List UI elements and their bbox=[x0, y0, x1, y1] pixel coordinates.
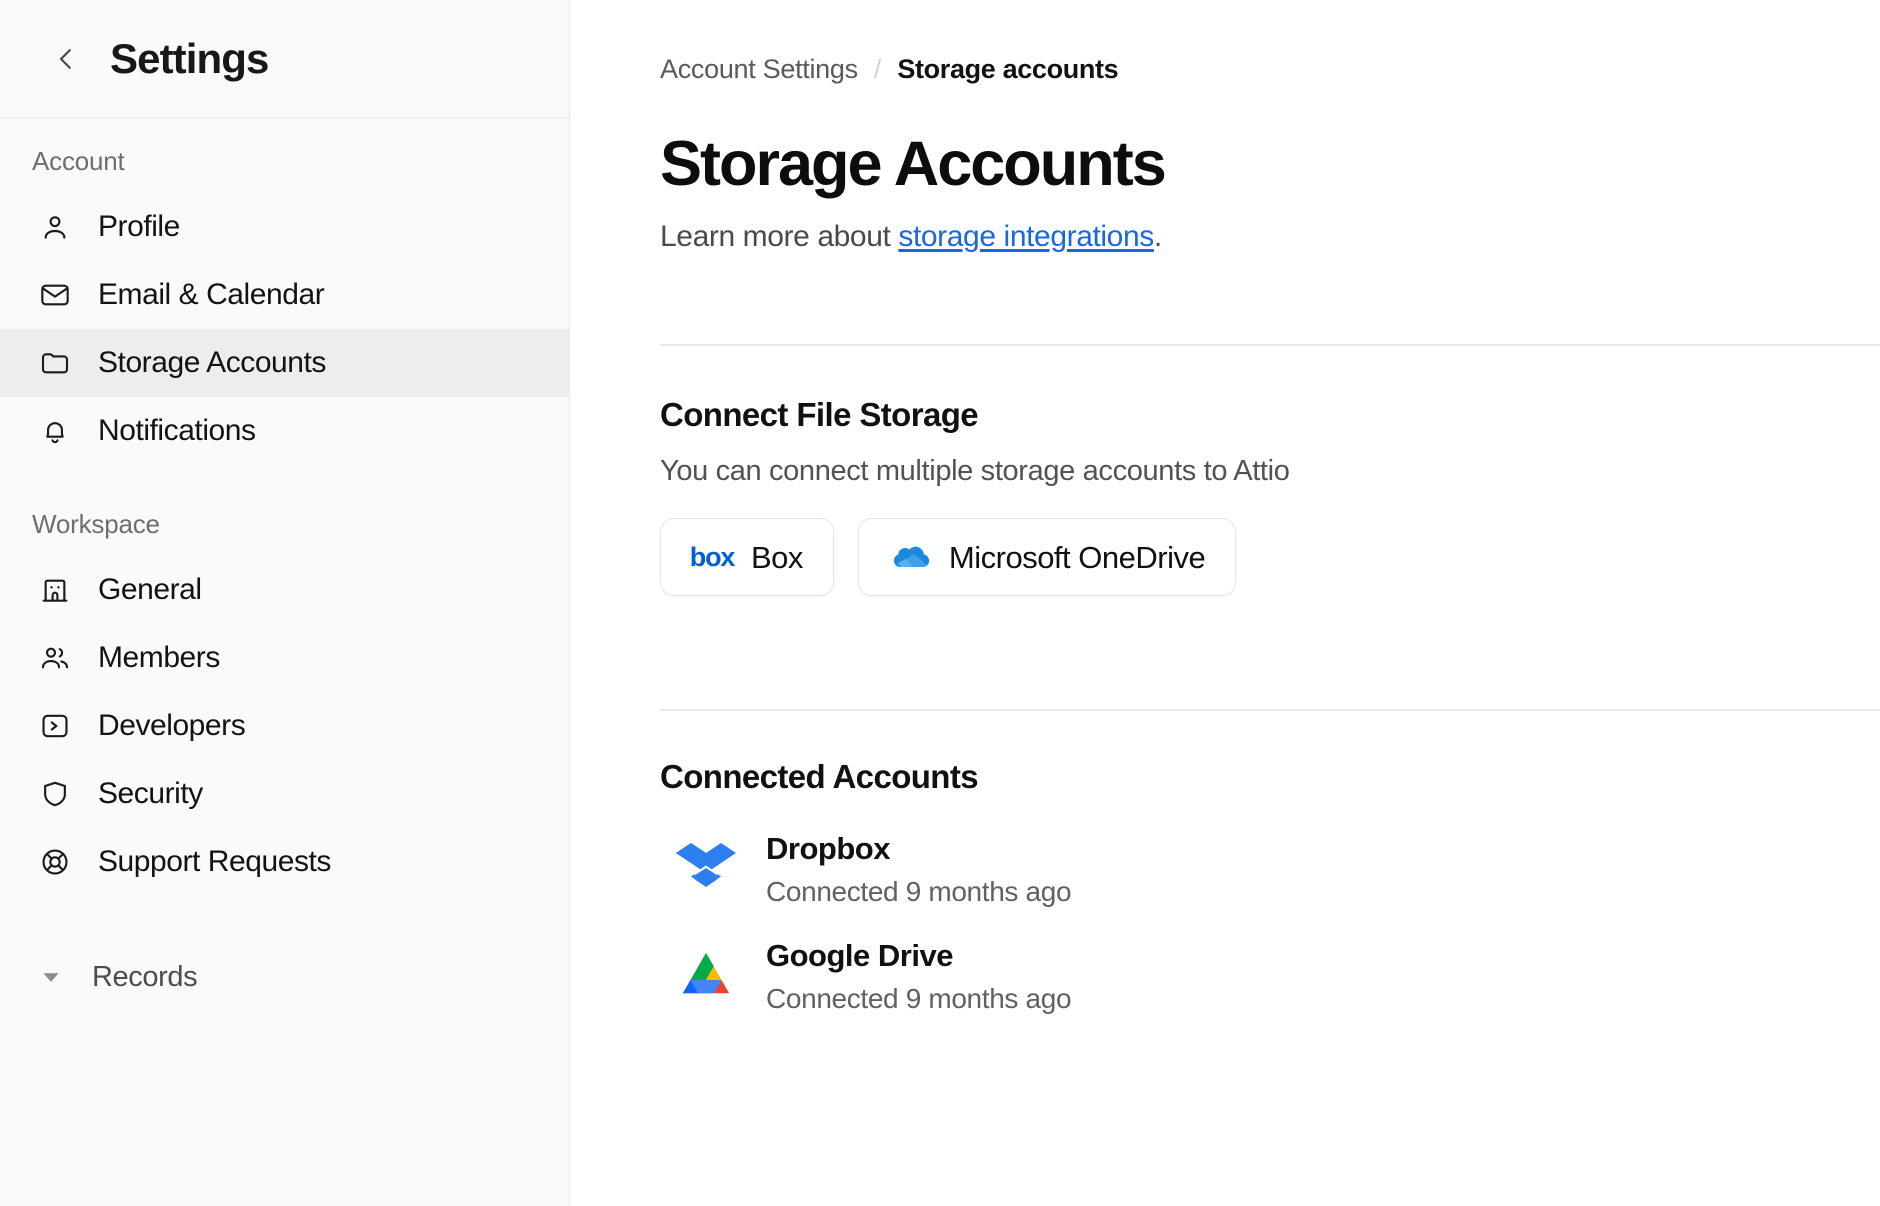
dropbox-logo-icon bbox=[674, 838, 738, 902]
connected-accounts-section: Connected Accounts Dropbox Connected 9 m… bbox=[660, 760, 1880, 1013]
folder-icon bbox=[38, 346, 72, 380]
lifebuoy-icon bbox=[38, 845, 72, 879]
google-drive-logo-icon bbox=[674, 945, 738, 1009]
building-icon bbox=[38, 573, 72, 607]
sidebar-item-label: Storage Accounts bbox=[98, 346, 326, 379]
box-logo-icon: box bbox=[689, 536, 736, 578]
sidebar-item-storage-accounts[interactable]: Storage Accounts bbox=[0, 329, 569, 397]
connect-file-storage-section: Connect File Storage You can connect mul… bbox=[660, 398, 1880, 596]
breadcrumb: Account Settings / Storage accounts bbox=[660, 56, 1880, 83]
sidebar-item-members[interactable]: Members bbox=[0, 624, 569, 692]
settings-sidebar: Settings Account Profile Email & Calenda… bbox=[0, 0, 570, 1206]
caret-down-icon bbox=[36, 962, 66, 992]
sidebar-item-general[interactable]: General bbox=[0, 556, 569, 624]
account-text: Google Drive Connected 9 months ago bbox=[766, 938, 1072, 1014]
nav-group-label-account: Account bbox=[32, 146, 125, 176]
sidebar-item-support-requests[interactable]: Support Requests bbox=[0, 828, 569, 896]
connect-onedrive-button[interactable]: Microsoft OneDrive bbox=[857, 518, 1237, 596]
sidebar-title: Settings bbox=[110, 34, 269, 82]
page-title: Storage Accounts bbox=[660, 129, 1167, 199]
section-divider-2 bbox=[660, 709, 1880, 711]
sidebar-item-label: Developers bbox=[98, 709, 246, 742]
shield-icon bbox=[38, 777, 72, 811]
onedrive-logo-icon bbox=[889, 536, 931, 578]
sidebar-section-records[interactable]: Records bbox=[0, 944, 569, 1010]
provider-button-row: box Box Microsoft OneDrive bbox=[660, 518, 1880, 596]
account-text: Dropbox Connected 9 months ago bbox=[766, 831, 1072, 907]
connected-account-row[interactable]: Dropbox Connected 9 months ago bbox=[660, 833, 1880, 906]
sidebar-item-label: Support Requests bbox=[98, 845, 331, 878]
account-status: Connected 9 months ago bbox=[766, 876, 1072, 907]
account-status: Connected 9 months ago bbox=[766, 983, 1072, 1014]
sidebar-item-label: Profile bbox=[98, 210, 180, 243]
provider-label: Microsoft OneDrive bbox=[948, 539, 1206, 575]
sidebar-header: Settings bbox=[0, 0, 569, 118]
account-name: Dropbox bbox=[766, 831, 890, 866]
nav-group-label-workspace: Workspace bbox=[32, 509, 160, 539]
connect-section-description: You can connect multiple storage account… bbox=[660, 455, 1290, 487]
back-button[interactable] bbox=[44, 37, 88, 81]
account-name: Google Drive bbox=[766, 938, 953, 973]
breadcrumb-parent[interactable]: Account Settings bbox=[660, 56, 858, 83]
sidebar-item-label: Notifications bbox=[98, 414, 256, 447]
connected-account-row[interactable]: Google Drive Connected 9 months ago bbox=[660, 940, 1880, 1013]
storage-integrations-link[interactable]: storage integrations bbox=[898, 220, 1154, 253]
page-subtitle: Learn more about storage integrations. bbox=[660, 219, 1880, 255]
sidebar-item-developers[interactable]: Developers bbox=[0, 692, 569, 760]
connect-box-button[interactable]: box Box bbox=[660, 518, 834, 596]
terminal-icon bbox=[38, 709, 72, 743]
section-divider-1 bbox=[660, 344, 1880, 346]
settings-page: Settings Account Profile Email & Calenda… bbox=[0, 0, 1880, 1206]
main-content: Account Settings / Storage accounts Stor… bbox=[570, 0, 1880, 1206]
connect-section-title: Connect File Storage bbox=[660, 396, 979, 433]
sidebar-item-label: Members bbox=[98, 641, 220, 674]
chevron-left-icon bbox=[51, 44, 81, 74]
users-icon bbox=[38, 641, 72, 675]
connected-section-title: Connected Accounts bbox=[660, 758, 979, 795]
subtitle-suffix: . bbox=[1153, 220, 1162, 254]
sidebar-item-profile[interactable]: Profile bbox=[0, 193, 569, 261]
envelope-icon bbox=[38, 278, 72, 312]
subtitle-prefix: Learn more about bbox=[660, 220, 899, 254]
sidebar-item-email-calendar[interactable]: Email & Calendar bbox=[0, 261, 569, 329]
sidebar-item-label: Security bbox=[98, 777, 203, 810]
user-icon bbox=[38, 210, 72, 244]
box-wordmark: box bbox=[689, 541, 736, 572]
records-label: Records bbox=[92, 960, 198, 993]
sidebar-item-security[interactable]: Security bbox=[0, 760, 569, 828]
sidebar-item-notifications[interactable]: Notifications bbox=[0, 397, 569, 465]
connected-accounts-list: Dropbox Connected 9 months ago Google Dr… bbox=[660, 833, 1880, 1013]
sidebar-nav: Account Profile Email & Calendar Storage… bbox=[0, 118, 569, 1206]
breadcrumb-separator: / bbox=[873, 54, 882, 84]
provider-label: Box bbox=[751, 539, 803, 575]
breadcrumb-current: Storage accounts bbox=[897, 54, 1119, 84]
sidebar-item-label: General bbox=[98, 573, 202, 606]
sidebar-item-label: Email & Calendar bbox=[98, 278, 325, 311]
bell-icon bbox=[38, 414, 72, 448]
